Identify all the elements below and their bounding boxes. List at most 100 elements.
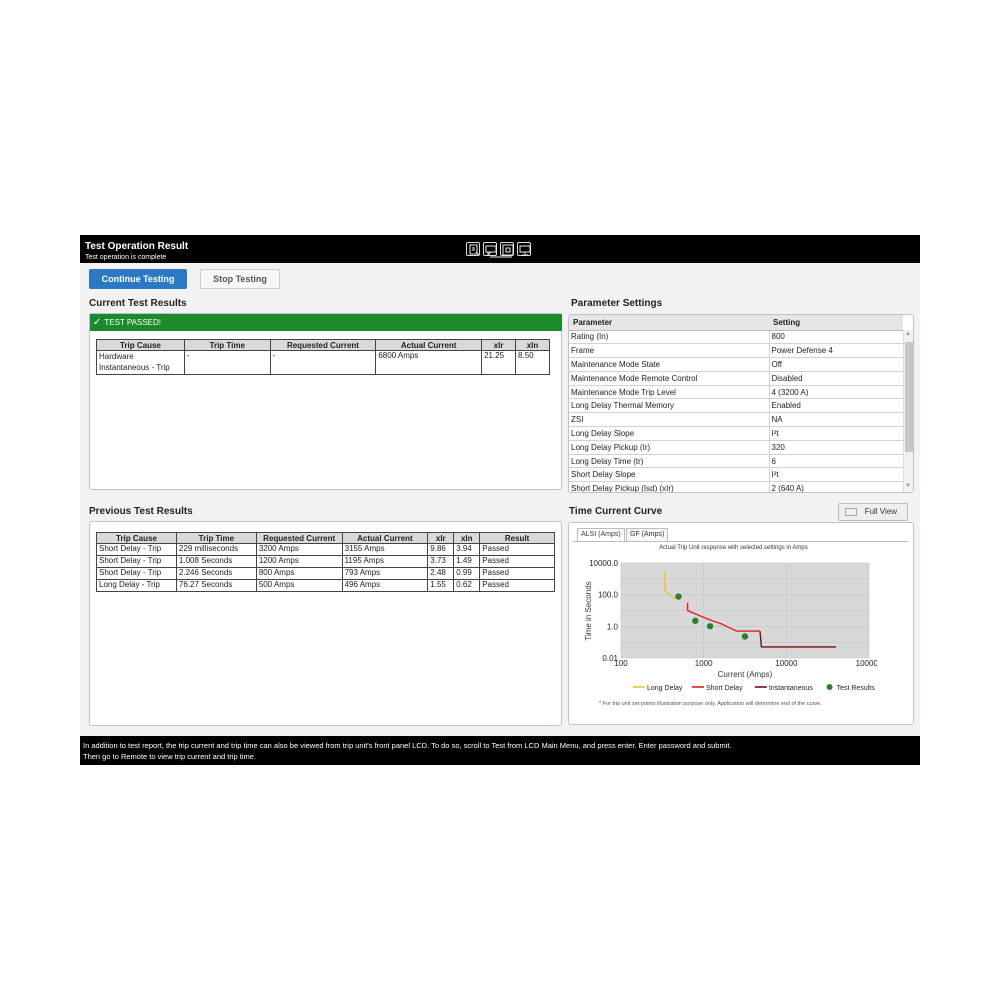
- column-header: xIn: [453, 532, 481, 544]
- parameter-row: Short Delay Slope I²t: [569, 467, 903, 483]
- column-header: Trip Time: [183, 339, 271, 351]
- legend-label: Instantaneous: [769, 685, 813, 692]
- parameter-name: Frame: [569, 343, 770, 359]
- parameter-name: Rating (In): [569, 330, 770, 345]
- parameter-value: Disabled: [769, 371, 903, 386]
- parameter-row: Maintenance Mode Trip Level 4 (3200 A): [569, 385, 903, 400]
- table-cell: 8.50: [515, 350, 550, 375]
- column-header: Requested Current: [255, 532, 343, 544]
- table-cell: 793 Amps: [341, 567, 429, 580]
- parameter-row: Maintenance Mode Remote Control Disabled: [569, 371, 903, 386]
- parameter-name: Long Delay Pickup (Ir): [569, 440, 770, 455]
- chart-footnote: * For trip unit set points illustration …: [599, 701, 822, 707]
- table-row: Short Delay - Trip 2.246 Seconds 800 Amps 7…: [96, 567, 555, 580]
- table-cell: 3.73: [427, 555, 455, 568]
- scroll-down-arrow-icon[interactable]: ▼: [905, 483, 911, 489]
- monitor-icon[interactable]: [517, 242, 531, 256]
- column-header: xIr: [481, 339, 517, 351]
- table-cell: 0.62: [453, 579, 481, 592]
- table-cell: -: [269, 350, 377, 375]
- table-cell: 76.27 Seconds: [175, 579, 257, 592]
- parameter-value: Power Defense 4: [769, 343, 903, 359]
- parameter-settings-heading: Parameter Settings: [571, 298, 663, 309]
- previous-results-table: Trip Cause Trip Time Requested Current A…: [96, 532, 555, 592]
- time-current-chart: 1001000100001000000.011.0100.010000.0 Cu…: [584, 559, 877, 692]
- parameter-name: Maintenance Mode State: [569, 357, 770, 372]
- active-tool-indicator: [490, 256, 512, 258]
- parameter-row: Frame Power Defense 4: [569, 343, 903, 359]
- parameter-name: Long Delay Slope: [569, 426, 770, 441]
- parameter-value: I²t: [769, 426, 903, 441]
- table-cell: 2.246 Seconds: [175, 567, 257, 580]
- table-cell: Short Delay - Trip: [96, 555, 177, 568]
- comment-icon[interactable]: [483, 242, 497, 256]
- tab-alsi[interactable]: ALSI (Amps): [577, 528, 625, 541]
- parameter-value: I²t: [769, 467, 903, 483]
- table-cell: -: [183, 350, 271, 375]
- vertical-scrollbar[interactable]: ▲ ▼: [903, 330, 913, 492]
- table-cell: 1.49: [453, 555, 481, 568]
- window-title: Test Operation Result: [85, 241, 189, 252]
- column-header: Trip Time: [175, 532, 257, 544]
- report-icon[interactable]: [466, 242, 480, 256]
- parameter-name: Maintenance Mode Trip Level: [569, 385, 770, 400]
- table-cell: 229 milliseconds: [175, 543, 257, 556]
- full-view-label: Full View: [864, 507, 897, 516]
- table-row: Short Delay - Trip 1.008 Seconds 1200 Amps…: [96, 555, 555, 568]
- parameter-table-scroll[interactable]: Parameter Setting Rating (In) 800 Frame Pow…: [569, 315, 913, 492]
- column-header: Requested Current: [269, 339, 377, 351]
- column-header: Trip Cause: [96, 532, 177, 544]
- x-tick-label: 1000: [695, 659, 713, 668]
- parameter-value: 6: [769, 454, 903, 469]
- y-axis-label: Time in Seconds: [584, 581, 593, 640]
- table-cell: 800 Amps: [255, 567, 343, 580]
- legend-label: Long Delay: [647, 685, 683, 692]
- scrollbar-thumb[interactable]: [905, 342, 913, 452]
- column-header: Actual Current: [341, 532, 429, 544]
- table-cell: 6800 Amps: [375, 350, 483, 375]
- parameter-value: Off: [769, 357, 903, 372]
- scroll-up-arrow-icon[interactable]: ▲: [905, 331, 911, 337]
- tab-divider: [573, 541, 908, 542]
- table-cell: 9.86: [427, 543, 455, 556]
- parameter-value: Enabled: [769, 398, 903, 414]
- column-header: Trip Cause: [96, 339, 185, 351]
- table-row: Short Delay - Trip 229 milliseconds 3200 A…: [96, 543, 555, 556]
- table-cell: 21.25: [481, 350, 517, 375]
- status-banner: ✓ TEST PASSED!: [90, 314, 562, 331]
- table-cell: Short Delay - Trip: [96, 543, 177, 556]
- stop-testing-button[interactable]: Stop Testing: [200, 269, 280, 289]
- test-operation-result-window: Test Operation Result Test operation is …: [80, 235, 920, 765]
- continue-testing-button[interactable]: Continue Testing: [89, 269, 187, 289]
- checkmark-icon: ✓: [93, 317, 102, 328]
- parameter-settings-panel: Parameter Setting Rating (In) 800 Frame Pow…: [568, 314, 914, 493]
- test-result-point: [675, 593, 682, 600]
- window-subtitle: Test operation is complete: [85, 254, 167, 261]
- table-cell: 496 Amps: [341, 579, 429, 592]
- table-cell: Short Delay - Trip: [96, 567, 177, 580]
- table-cell: 3155 Amps: [341, 543, 429, 556]
- current-results-heading: Current Test Results: [89, 298, 187, 309]
- full-view-icon: [845, 508, 857, 516]
- x-tick-label: 10000: [775, 659, 798, 668]
- current-results-panel: ✓ TEST PASSED! Trip Cause Trip Time Reque…: [89, 313, 562, 490]
- parameter-row: Long Delay Thermal Memory Enabled: [569, 398, 903, 414]
- full-view-button[interactable]: Full View: [838, 503, 908, 521]
- y-tick-label: 1.0: [607, 622, 619, 631]
- legend-swatch: [826, 684, 833, 690]
- table-cell: 1.008 Seconds: [175, 555, 257, 568]
- test-result-point: [692, 617, 699, 624]
- table-cell: Passed: [479, 543, 555, 556]
- tab-gf[interactable]: GF (Amps): [626, 528, 669, 541]
- table-cell: Passed: [479, 555, 555, 568]
- status-text: TEST PASSED!: [104, 318, 161, 327]
- x-tick-label: 100000: [856, 659, 877, 668]
- title-bar: Test Operation Result Test operation is …: [80, 235, 920, 263]
- parameter-value: 2 (640 A): [769, 481, 903, 492]
- parameter-value: 800: [769, 330, 903, 345]
- x-axis-label: Current (Amps): [718, 670, 773, 679]
- column-header: Parameter: [569, 315, 769, 331]
- legend-label: Test Results: [837, 685, 876, 692]
- screen-icon[interactable]: [500, 242, 514, 256]
- parameter-row: Rating (In) 800: [569, 330, 903, 345]
